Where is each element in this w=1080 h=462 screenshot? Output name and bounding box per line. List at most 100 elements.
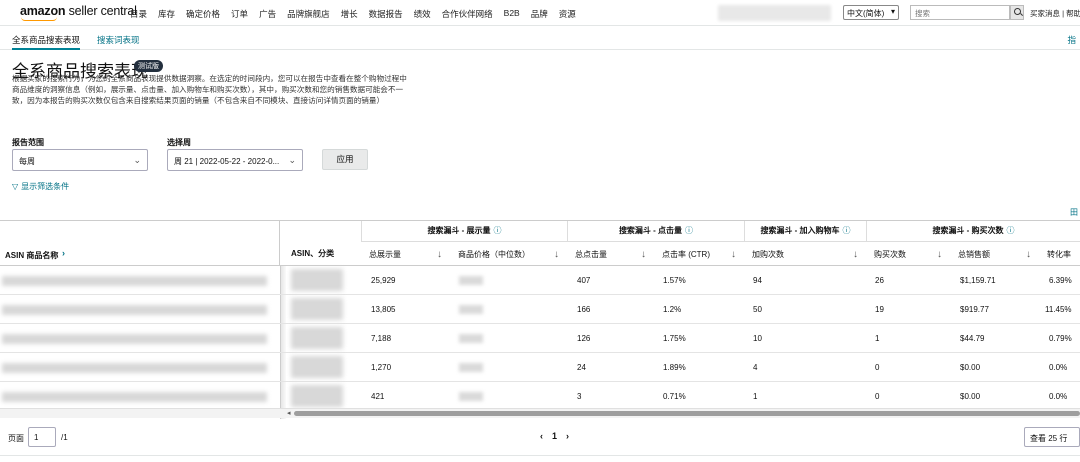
cell-ctr: 1.2%: [663, 305, 682, 314]
language-select[interactable]: 中文(简体): [843, 5, 899, 20]
sort-down-icon[interactable]: ↓: [554, 242, 559, 267]
cell-clicks: 24: [577, 363, 586, 372]
table-row[interactable]: 7,188 126 1.75% 10 1 $44.79 0.79%: [0, 324, 1080, 353]
price-redacted: [459, 305, 483, 314]
menu-item-growth[interactable]: 增长: [341, 8, 358, 20]
page-label: 页面: [8, 434, 24, 443]
account-switcher[interactable]: [718, 5, 831, 21]
price-redacted: [459, 334, 483, 343]
col-total-impressions[interactable]: 总展示量 ↓: [361, 241, 450, 266]
price-redacted: [459, 363, 483, 372]
asin-name-header[interactable]: ASIN 商品名称 ›: [0, 221, 280, 266]
cell-impressions: 25,929: [371, 276, 396, 285]
menu-item-brands[interactable]: 品牌: [531, 8, 548, 20]
sort-down-icon[interactable]: ↓: [641, 242, 646, 267]
cell-ctr: 1.89%: [663, 363, 686, 372]
table-row[interactable]: 421 3 0.71% 1 0 $0.00 0.0%: [0, 382, 1080, 411]
asin-name-redacted: [2, 334, 267, 344]
asin-category-header: ASIN、分类: [291, 249, 335, 258]
sort-down-icon[interactable]: ↓: [437, 242, 442, 267]
col-purchases[interactable]: 购买次数 ↓: [866, 241, 950, 266]
menu-item-performance[interactable]: 绩效: [414, 8, 431, 20]
asin-category-redacted: [291, 269, 343, 291]
menu-item-b2b[interactable]: B2B: [504, 8, 520, 20]
scrollbar-thumb[interactable]: [294, 411, 1080, 416]
asin-name-redacted: [2, 392, 267, 402]
search-icon[interactable]: [1010, 5, 1024, 20]
cell-cart-adds: 10: [753, 334, 762, 343]
cell-cart-adds: 1: [753, 392, 758, 401]
cell-conversion: 0.0%: [1049, 392, 1068, 401]
page-description: 根据买家的搜索行为，为您的全系商品表现提供数据洞察。在选定的时间段内，您可以在报…: [12, 74, 407, 105]
cell-clicks: 407: [577, 276, 591, 285]
menu-item-orders[interactable]: 订单: [231, 8, 248, 20]
col-ctr[interactable]: 点击率 (CTR) ↓: [654, 241, 744, 266]
top-nav: amazon seller central 目录 库存 确定价格 订单 广告 品…: [0, 0, 1080, 26]
menu-item-advertising[interactable]: 广告: [259, 8, 276, 20]
scroll-left-icon[interactable]: ◂: [287, 409, 291, 418]
cell-ctr: 1.57%: [663, 276, 686, 285]
chevron-right-icon[interactable]: ›: [62, 248, 65, 258]
menu-item-partner-network[interactable]: 合作伙伴网络: [442, 8, 493, 20]
menu-item-stores[interactable]: 品牌旗舰店: [287, 8, 330, 20]
col-conversion-rate[interactable]: 转化率: [1039, 241, 1080, 266]
cell-purchases: 0: [875, 392, 880, 401]
asin-category-redacted: [291, 327, 343, 349]
col-total-clicks[interactable]: 总点击量 ↓: [567, 241, 654, 266]
col-total-sales[interactable]: 总销售额 ↓: [950, 241, 1039, 266]
menu-item-reports[interactable]: 数据报告: [369, 8, 403, 20]
cell-cart-adds: 94: [753, 276, 762, 285]
page-number-input[interactable]: 1: [28, 427, 56, 447]
help-icon[interactable]: ⓘ: [843, 226, 851, 235]
col-cart-adds[interactable]: 加购次数 ↓: [744, 241, 866, 266]
sort-down-icon[interactable]: ↓: [853, 242, 858, 267]
cell-sales: $0.00: [960, 392, 981, 401]
menu-item-learn[interactable]: 资源: [559, 8, 576, 20]
tab-catalog-performance[interactable]: 全系商品搜索表现: [12, 34, 81, 50]
cell-conversion: 6.39%: [1049, 276, 1072, 285]
tab-search-query-performance[interactable]: 搜索词表现: [97, 34, 140, 46]
global-search-input[interactable]: 搜索: [910, 5, 1010, 20]
help-icon[interactable]: ⓘ: [494, 226, 502, 235]
group-purchases-header: 搜索漏斗 - 购买次数 ⓘ: [866, 221, 1080, 241]
horizontal-scrollbar[interactable]: ◂: [0, 408, 1080, 418]
menu-item-inventory[interactable]: 库存: [158, 8, 175, 20]
rows-per-page-select[interactable]: 查看 25 行: [1024, 427, 1080, 447]
chevron-down-icon: ⌄: [133, 155, 141, 165]
cell-impressions: 7,188: [371, 334, 392, 343]
price-redacted: [459, 392, 483, 401]
cell-impressions: 1,270: [371, 363, 392, 372]
prev-page-button[interactable]: ‹: [540, 431, 543, 441]
sort-down-icon[interactable]: ↓: [937, 242, 942, 267]
sort-down-icon[interactable]: ↓: [1026, 242, 1031, 267]
col-median-price[interactable]: 商品价格（中位数） ↓: [450, 241, 567, 266]
amazon-logo[interactable]: amazon seller central: [20, 4, 137, 18]
asin-name-redacted: [2, 305, 267, 315]
apply-button[interactable]: 应用: [322, 149, 368, 170]
cell-impressions: 13,805: [371, 305, 396, 314]
cell-purchases: 26: [875, 276, 884, 285]
help-icon[interactable]: ⓘ: [685, 226, 693, 235]
beta-badge: 测试版: [134, 60, 163, 72]
nav-right-links[interactable]: 买家消息 | 帮助: [1030, 8, 1080, 19]
subnav-right-link[interactable]: 指: [1067, 34, 1076, 46]
help-icon[interactable]: ⓘ: [1007, 226, 1015, 235]
show-filters-link[interactable]: ▽ 显示筛选条件: [12, 181, 69, 192]
menu-item-pricing[interactable]: 确定价格: [186, 8, 220, 20]
report-range-select[interactable]: 每周 ⌄: [12, 149, 148, 171]
current-page[interactable]: 1: [552, 431, 557, 441]
next-page-button[interactable]: ›: [566, 431, 569, 441]
table-row[interactable]: 13,805 166 1.2% 50 19 $919.77 11.45%: [0, 295, 1080, 324]
column-settings-icon[interactable]: 田: [1070, 207, 1078, 218]
chevron-down-icon: ⌄: [288, 155, 296, 165]
asin-category-redacted: [291, 356, 343, 378]
table-row[interactable]: 1,270 24 1.89% 4 0 $0.00 0.0%: [0, 353, 1080, 382]
menu-item-catalog[interactable]: 目录: [130, 8, 147, 20]
asin-name-redacted: [2, 363, 267, 373]
sort-down-icon[interactable]: ↓: [731, 242, 736, 267]
table-row[interactable]: 25,929 407 1.57% 94 26 $1,159.71 6.39%: [0, 266, 1080, 295]
cell-clicks: 126: [577, 334, 591, 343]
week-select[interactable]: 周 21 | 2022-05-22 - 2022-0... ⌄: [167, 149, 303, 171]
cell-purchases: 1: [875, 334, 880, 343]
report-range-label: 报告范围: [12, 138, 44, 147]
